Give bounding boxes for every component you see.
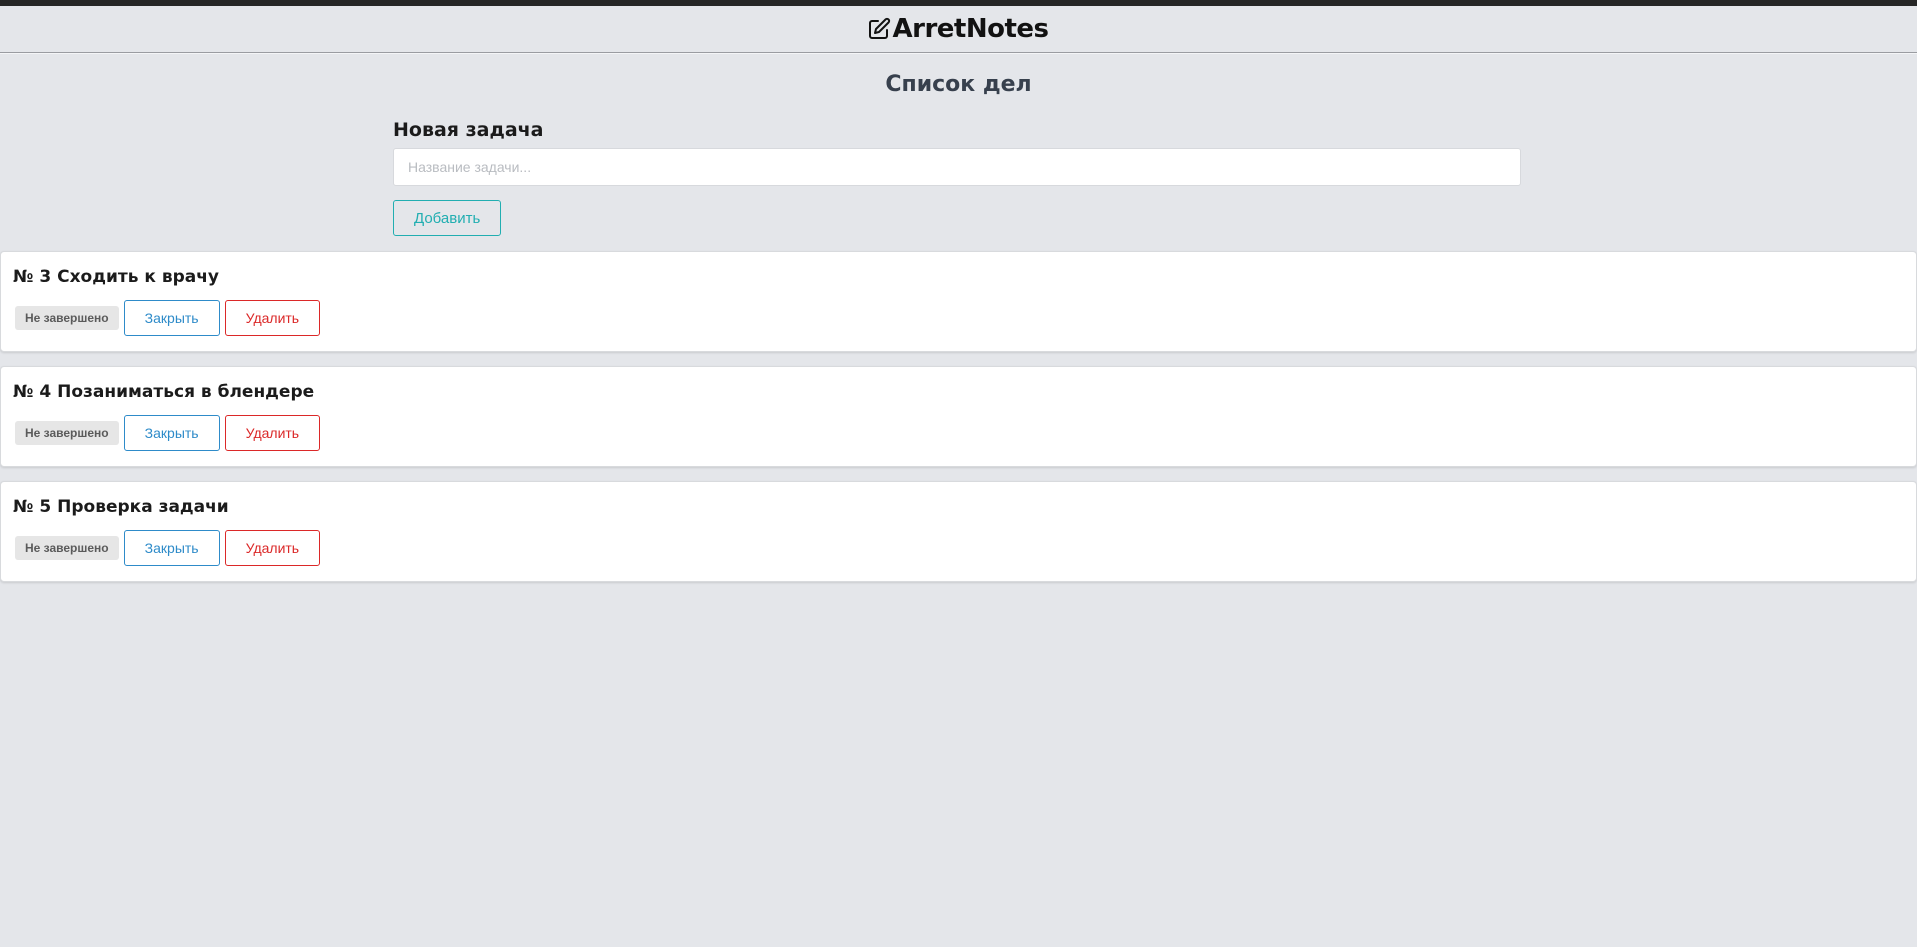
task-card: № 3 Сходить к врачу Не завершено Закрыть… [0, 251, 1917, 352]
new-task-form: Новая задача Добавить [393, 118, 1521, 236]
task-card: № 5 Проверка задачи Не завершено Закрыть… [0, 481, 1917, 582]
status-badge: Не завершено [15, 536, 119, 560]
edit-icon [867, 17, 891, 41]
task-title: № 4 Позаниматься в блендере [13, 382, 315, 402]
page-title: Список дел [885, 72, 1032, 97]
delete-task-button[interactable]: Удалить [224, 530, 320, 566]
new-task-label: Новая задача [393, 119, 544, 141]
navbar: ArretNotes [0, 6, 1917, 53]
brand-name: ArretNotes [892, 14, 1050, 44]
task-card: № 4 Позаниматься в блендере Не завершено… [0, 366, 1917, 467]
close-task-button[interactable]: Закрыть [123, 300, 220, 336]
brand-link[interactable]: ArretNotes [867, 14, 1049, 44]
close-task-button[interactable]: Закрыть [123, 415, 220, 451]
delete-task-button[interactable]: Удалить [224, 300, 320, 336]
task-title: № 3 Сходить к врачу [13, 267, 220, 287]
task-actions: Не завершено Закрыть Удалить [13, 415, 1904, 451]
add-task-button[interactable]: Добавить [393, 200, 502, 236]
task-list: № 3 Сходить к врачу Не завершено Закрыть… [0, 251, 1917, 596]
task-name-input[interactable] [393, 148, 1521, 186]
task-actions: Не завершено Закрыть Удалить [13, 300, 1904, 336]
task-actions: Не завершено Закрыть Удалить [13, 530, 1904, 566]
status-badge: Не завершено [15, 421, 119, 445]
task-title: № 5 Проверка задачи [13, 497, 229, 517]
delete-task-button[interactable]: Удалить [224, 415, 320, 451]
close-task-button[interactable]: Закрыть [123, 530, 220, 566]
status-badge: Не завершено [15, 306, 119, 330]
